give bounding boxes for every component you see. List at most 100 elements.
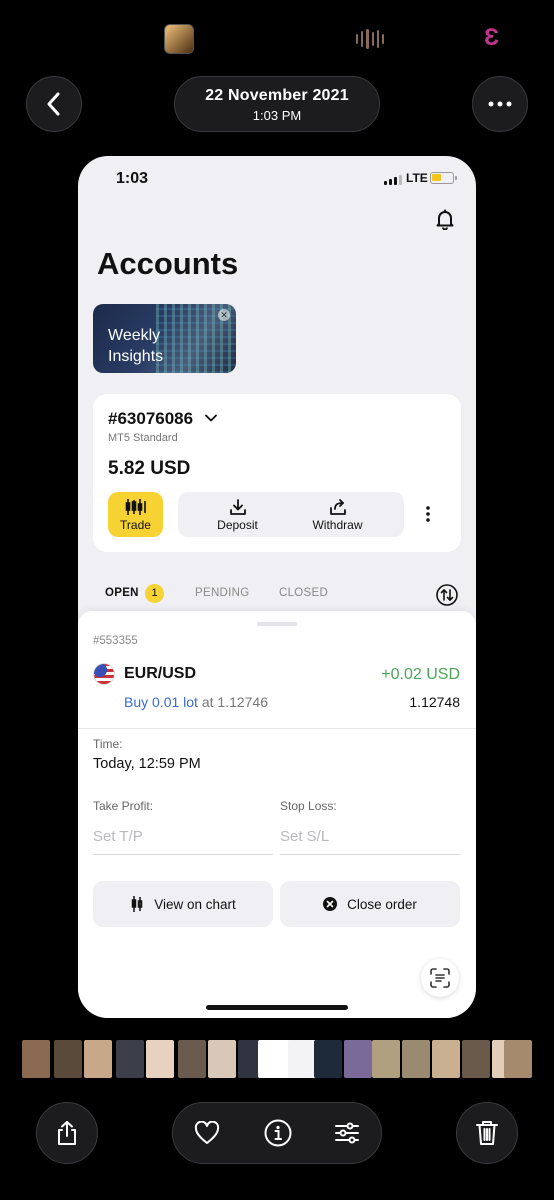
- adjust-button[interactable]: [331, 1117, 363, 1149]
- more-dots-icon: [488, 101, 512, 107]
- thumbnail-strip[interactable]: [22, 1040, 532, 1078]
- favorite-button[interactable]: [191, 1117, 223, 1149]
- account-number[interactable]: #63076086: [108, 409, 193, 429]
- sort-icon[interactable]: [436, 584, 458, 606]
- info-button[interactable]: [262, 1117, 294, 1149]
- scan-text-icon: [430, 968, 450, 988]
- close-circle-icon: [323, 897, 338, 911]
- candle-icon: [131, 896, 143, 912]
- home-indicator: [206, 1005, 348, 1010]
- tab-open[interactable]: OPEN: [105, 587, 139, 599]
- current-price: 1.12748: [409, 694, 460, 710]
- live-text-scan-button[interactable]: [421, 959, 459, 997]
- trade-label: Trade: [120, 518, 151, 532]
- photo-thumbnail[interactable]: [462, 1040, 490, 1078]
- time-label: Time:: [93, 737, 123, 751]
- stop-loss-label: Stop Loss:: [280, 799, 337, 813]
- dismiss-insights-icon[interactable]: ✕: [218, 309, 230, 321]
- share-button[interactable]: [36, 1102, 98, 1164]
- order-profit: +0.02 USD: [381, 666, 460, 683]
- phone-screenshot: 1:03 LTE Accounts Weekly Insights ✕ #630…: [78, 156, 476, 1018]
- photo-thumbnail[interactable]: [372, 1040, 400, 1078]
- account-balance: 5.82 USD: [108, 458, 191, 479]
- deposit-label: Deposit: [217, 518, 258, 532]
- photo-thumbnail[interactable]: [178, 1040, 206, 1078]
- top-app-icons: Ɛ: [0, 22, 554, 56]
- account-card: #63076086 MT5 Standard 5.82 USD Trade De…: [93, 394, 461, 552]
- stop-loss-input[interactable]: [280, 819, 460, 855]
- battery-icon: [430, 172, 457, 184]
- photo-thumbnail[interactable]: [504, 1040, 532, 1078]
- order-details-sheet: #553355 EUR/USD +0.02 USD Buy 0.01 lot a…: [78, 611, 476, 1018]
- download-icon: [229, 499, 246, 515]
- take-profit-input[interactable]: [93, 819, 273, 855]
- candlestick-icon: [125, 499, 146, 515]
- back-chevron-icon: [47, 92, 60, 116]
- tab-closed[interactable]: CLOSED: [279, 587, 328, 599]
- heart-icon: [194, 1121, 220, 1144]
- order-id: #553355: [93, 635, 138, 647]
- voice-icon[interactable]: [356, 28, 385, 50]
- photo-thumbnail[interactable]: [84, 1040, 112, 1078]
- info-icon: [264, 1119, 292, 1147]
- view-on-chart-button[interactable]: View on chart: [93, 881, 273, 927]
- photo-thumbnail[interactable]: [314, 1040, 342, 1078]
- account-type: MT5 Standard: [108, 432, 178, 444]
- photo-thumbnail[interactable]: [54, 1040, 82, 1078]
- date-text: 22 November 2021: [205, 87, 349, 104]
- trash-icon: [476, 1121, 498, 1145]
- order-lot: Buy 0.01 lot: [124, 694, 198, 710]
- photo-thumbnail[interactable]: [402, 1040, 430, 1078]
- weekly-insights-card[interactable]: Weekly Insights ✕: [93, 304, 236, 373]
- photo-thumbnail[interactable]: [208, 1040, 236, 1078]
- photo-thumbnail[interactable]: [344, 1040, 372, 1078]
- action-pill: [172, 1102, 382, 1164]
- photo-thumbnail[interactable]: [22, 1040, 50, 1078]
- delete-button[interactable]: [456, 1102, 518, 1164]
- withdraw-button[interactable]: Withdraw: [281, 492, 394, 537]
- viewer-nav: 22 November 2021 1:03 PM: [0, 76, 554, 132]
- status-time: 1:03: [116, 170, 149, 187]
- e-app-icon[interactable]: Ɛ: [484, 24, 499, 52]
- status-bar: 1:03 LTE: [78, 170, 476, 190]
- divider: [78, 728, 476, 729]
- date-pill: 22 November 2021 1:03 PM: [174, 76, 380, 132]
- close-order-label: Close order: [347, 896, 417, 912]
- signal-icon: [384, 175, 402, 185]
- order-open-price: at 1.12746: [197, 694, 268, 710]
- chevron-down-icon[interactable]: [205, 412, 217, 424]
- more-button[interactable]: [472, 76, 528, 132]
- deposit-withdraw-group: Deposit Withdraw: [178, 492, 404, 537]
- share-icon: [58, 1121, 76, 1145]
- share-out-icon: [329, 499, 346, 515]
- bottom-toolbar: [0, 1102, 554, 1164]
- page-title: Accounts: [97, 246, 239, 281]
- photo-thumbnail[interactable]: [116, 1040, 144, 1078]
- network-label: LTE: [406, 171, 428, 185]
- open-count-badge: 1: [145, 584, 164, 603]
- deposit-button[interactable]: Deposit: [181, 492, 294, 537]
- tab-pending[interactable]: PENDING: [195, 587, 250, 599]
- orders-tabs: OPEN 1 PENDING CLOSED: [78, 584, 476, 608]
- order-direction-line: Buy 0.01 lot at 1.12746: [124, 694, 268, 710]
- time-value: Today, 12:59 PM: [93, 756, 201, 772]
- photo-thumbnail[interactable]: [146, 1040, 174, 1078]
- eur-usd-flag-icon: [93, 663, 115, 685]
- view-on-chart-label: View on chart: [154, 896, 236, 912]
- take-profit-label: Take Profit:: [93, 799, 154, 813]
- trade-button[interactable]: Trade: [108, 492, 163, 537]
- adjust-icon: [335, 1122, 359, 1144]
- close-order-button[interactable]: Close order: [280, 881, 460, 927]
- sheet-grabber[interactable]: [257, 622, 297, 626]
- withdraw-label: Withdraw: [312, 518, 363, 532]
- insights-label-line2: Insights: [108, 348, 164, 365]
- insights-label: Weekly Insights: [108, 325, 163, 367]
- insights-label-line1: Weekly: [108, 327, 161, 344]
- kebab-menu-icon[interactable]: [422, 504, 434, 524]
- back-button[interactable]: [26, 76, 82, 132]
- currency-pair: EUR/USD: [124, 665, 197, 682]
- time-text: 1:03 PM: [252, 108, 302, 123]
- app-thumbnail-icon[interactable]: [164, 24, 194, 54]
- photo-thumbnail[interactable]: [432, 1040, 460, 1078]
- bell-icon[interactable]: [434, 208, 456, 230]
